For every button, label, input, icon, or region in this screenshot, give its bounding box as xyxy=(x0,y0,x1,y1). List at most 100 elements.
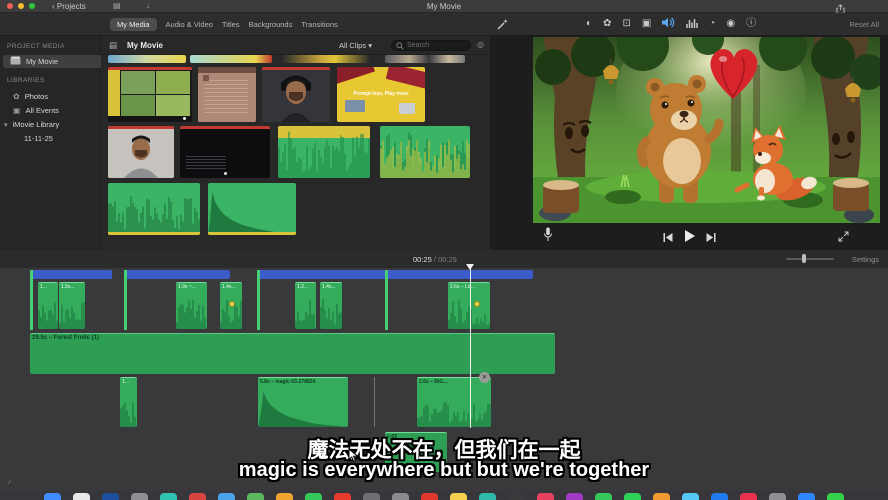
stabilization-icon[interactable]: ▣ xyxy=(642,19,651,29)
disclosure-chevron-icon[interactable]: ▾ xyxy=(4,121,8,129)
media-thumbnail[interactable]: Prompt less, Play more xyxy=(337,67,425,122)
audio-clip[interactable]: 1.4s... xyxy=(220,282,242,329)
audio-clip[interactable]: 1.4s... xyxy=(320,282,342,329)
timeline-zoom-slider[interactable] xyxy=(786,258,834,260)
dock-app-icon[interactable] xyxy=(44,493,61,500)
effects-icon[interactable]: ◉ xyxy=(726,19,735,29)
dock-app-icon[interactable] xyxy=(218,493,235,500)
dock-app-icon[interactable] xyxy=(624,493,641,500)
tab-transitions[interactable]: Transitions xyxy=(301,20,337,29)
volume-dot-icon[interactable] xyxy=(229,301,235,307)
crop-icon[interactable]: ⊡ xyxy=(622,19,630,29)
skip-back-icon[interactable] xyxy=(663,229,673,247)
search-placeholder: Search xyxy=(407,42,429,49)
media-thumbnail[interactable] xyxy=(108,183,200,235)
dock-app-icon[interactable] xyxy=(247,493,264,500)
color-correction-icon[interactable]: ✿ xyxy=(603,19,611,29)
presenter-portrait xyxy=(262,70,330,122)
dock-app-icon[interactable] xyxy=(392,493,409,500)
media-thumbnail[interactable] xyxy=(108,126,174,178)
video-clip-bar[interactable] xyxy=(125,270,230,279)
dock-app-icon[interactable] xyxy=(189,493,206,500)
audio-clip[interactable]: 1.2... xyxy=(295,282,316,329)
sound-effect-clip[interactable]: 2.6s – BiG… xyxy=(417,377,491,427)
sidebar-item-all-events[interactable]: ▣ All Events xyxy=(13,104,59,117)
timeline-zoom-slider-thumb[interactable] xyxy=(802,254,806,263)
sidebar-item-photos[interactable]: ✿ Photos xyxy=(13,90,48,103)
reset-all-button[interactable]: Reset All xyxy=(849,20,879,29)
media-browser: ▤ My Movie All Clips ▾ Search ◎ xyxy=(101,36,490,250)
timeline-settings-button[interactable]: Settings xyxy=(852,255,879,264)
noise-reduction-icon[interactable] xyxy=(686,18,698,31)
dock-app-icon[interactable] xyxy=(798,493,815,500)
dock-app-icon[interactable] xyxy=(73,493,90,500)
timecode: 00:25 / 00:29 xyxy=(413,255,457,264)
dock-app-icon[interactable] xyxy=(682,493,699,500)
dock-app-icon[interactable] xyxy=(102,493,119,500)
dock-app-icon[interactable] xyxy=(305,493,322,500)
volume-icon[interactable] xyxy=(662,17,675,31)
background-music-clip[interactable]: 29.5s – Forest Frolic (1) xyxy=(30,333,555,374)
video-clip-bar[interactable] xyxy=(258,270,533,279)
tab-backgrounds[interactable]: Backgrounds xyxy=(249,20,293,29)
dock-app-icon[interactable] xyxy=(566,493,583,500)
tab-titles[interactable]: Titles xyxy=(222,20,240,29)
media-thumbnail[interactable] xyxy=(385,55,465,63)
fullscreen-icon[interactable] xyxy=(838,229,849,247)
play-icon[interactable] xyxy=(684,229,695,247)
volume-dot-icon[interactable] xyxy=(474,301,480,307)
dock-app-icon[interactable] xyxy=(537,493,554,500)
media-thumbnail[interactable] xyxy=(108,67,192,122)
sound-effect-clip[interactable]: 1... xyxy=(120,377,137,427)
media-thumbnail[interactable] xyxy=(190,55,272,63)
skip-forward-icon[interactable] xyxy=(706,229,716,247)
sidebar-item-my-movie[interactable]: My Movie xyxy=(3,55,104,68)
clip-edge xyxy=(385,270,388,330)
speed-icon[interactable]: ◔ xyxy=(709,19,715,29)
tab-audio-video[interactable]: Audio & Video xyxy=(166,20,213,29)
dock-app-icon[interactable] xyxy=(479,493,496,500)
dock-app-icon[interactable] xyxy=(363,493,380,500)
media-thumbnail[interactable] xyxy=(198,67,256,122)
enhance-wand-icon[interactable] xyxy=(496,18,509,36)
clip-settings-icon[interactable]: ◎ xyxy=(477,40,484,49)
audio-clip[interactable]: 1.9s ~... xyxy=(176,282,207,329)
sound-effect-clip[interactable]: 5.8s – magic-03-278824 xyxy=(258,377,348,427)
media-thumbnail[interactable] xyxy=(180,126,270,178)
media-thumbnail[interactable] xyxy=(262,67,330,122)
dock-app-icon[interactable] xyxy=(595,493,612,500)
dock-app-icon[interactable] xyxy=(653,493,670,500)
voiceover-mic-icon[interactable] xyxy=(543,227,553,247)
search-input[interactable]: Search xyxy=(391,40,471,51)
media-thumbnail[interactable] xyxy=(108,55,186,63)
sidebar-item-imovie-library[interactable]: ▾ iMovie Library xyxy=(4,118,59,131)
video-clip-bar[interactable] xyxy=(31,270,112,279)
panel-toggle-icon[interactable]: ▤ xyxy=(109,40,117,51)
dock-app-icon[interactable] xyxy=(160,493,177,500)
dock-app-icon[interactable] xyxy=(740,493,757,500)
media-thumbnail[interactable] xyxy=(282,55,370,63)
audio-clip[interactable]: 1... xyxy=(38,282,58,329)
clip-mute-badge-icon[interactable]: ✕ xyxy=(479,372,490,383)
media-thumbnail[interactable] xyxy=(380,126,470,178)
dock-app-icon[interactable] xyxy=(334,493,351,500)
playhead[interactable] xyxy=(470,266,472,428)
dock-app-icon[interactable] xyxy=(769,493,786,500)
dock-app-icon[interactable] xyxy=(421,493,438,500)
sidebar-item-event-date[interactable]: 11-11-25 xyxy=(24,132,53,145)
color-balance-icon[interactable]: ◐ xyxy=(586,19,592,29)
dock-app-icon[interactable] xyxy=(711,493,728,500)
dock-app-icon[interactable] xyxy=(450,493,467,500)
audio-clip[interactable]: 1.5s... xyxy=(59,282,85,329)
media-thumbnail[interactable] xyxy=(208,183,296,235)
dock-app-icon[interactable] xyxy=(508,493,525,500)
dock-app-icon[interactable] xyxy=(827,493,844,500)
clip-edge xyxy=(257,270,260,330)
tab-my-media[interactable]: My Media xyxy=(110,18,157,31)
media-thumbnail[interactable] xyxy=(278,126,370,178)
clip-filter-dropdown[interactable]: All Clips ▾ xyxy=(339,41,372,50)
dock-app-icon[interactable] xyxy=(276,493,293,500)
info-icon[interactable]: ⓘ xyxy=(746,19,756,29)
video-preview[interactable] xyxy=(533,37,880,223)
dock-app-icon[interactable] xyxy=(131,493,148,500)
